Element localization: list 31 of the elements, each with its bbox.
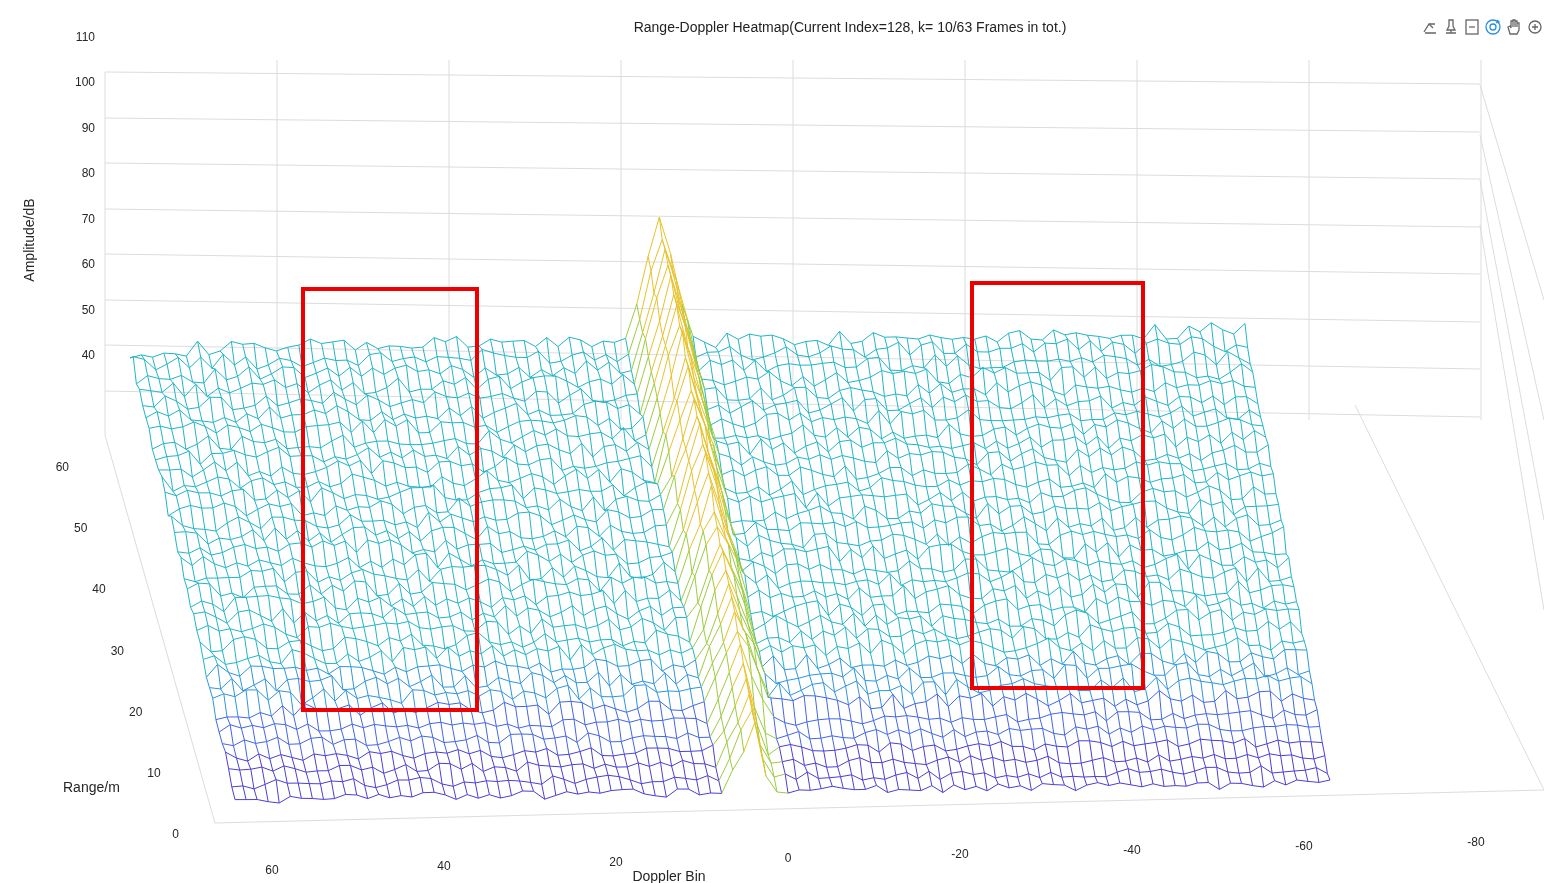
tick-label: 110: [75, 30, 95, 44]
tick-label: 0: [172, 827, 179, 841]
tick-label: 50: [73, 521, 88, 536]
tick-label: 80: [81, 166, 95, 181]
tick-label: 70: [81, 211, 95, 226]
tick-label: 50: [81, 302, 95, 317]
axis-label: Range/m: [63, 779, 120, 795]
tick-label: -20: [951, 847, 969, 861]
hand-icon[interactable]: [1505, 18, 1523, 36]
tick-label: 0: [784, 851, 792, 865]
tick-label: 40: [437, 859, 451, 873]
tick-label: 30: [110, 643, 124, 658]
tick-label: -40: [1123, 843, 1141, 857]
axis-label: Amplitude/dB: [21, 198, 37, 282]
plot-title: Range-Doppler Heatmap(Current Index=128, k= 10/63 Frames in tot.): [633, 19, 1067, 35]
tick-label: 90: [81, 120, 95, 135]
tick-label: 20: [128, 704, 143, 719]
zoom-in-icon[interactable]: [1526, 18, 1544, 36]
rotate-icon[interactable]: [1484, 18, 1502, 36]
tick-label: 60: [81, 257, 95, 272]
tick-label: 60: [55, 460, 69, 474]
tick-label: 40: [92, 582, 106, 597]
axis-label: Doppler Bin: [632, 868, 706, 883]
tick-label: 20: [609, 855, 623, 869]
tick-label: 10: [147, 765, 161, 780]
tick-label: 40: [81, 348, 95, 362]
tick-label: 100: [74, 75, 95, 90]
tick-label: -60: [1295, 839, 1313, 853]
tick-label: 60: [265, 863, 279, 877]
legend-icon[interactable]: [1463, 18, 1481, 36]
tick-label: -80: [1467, 835, 1485, 849]
